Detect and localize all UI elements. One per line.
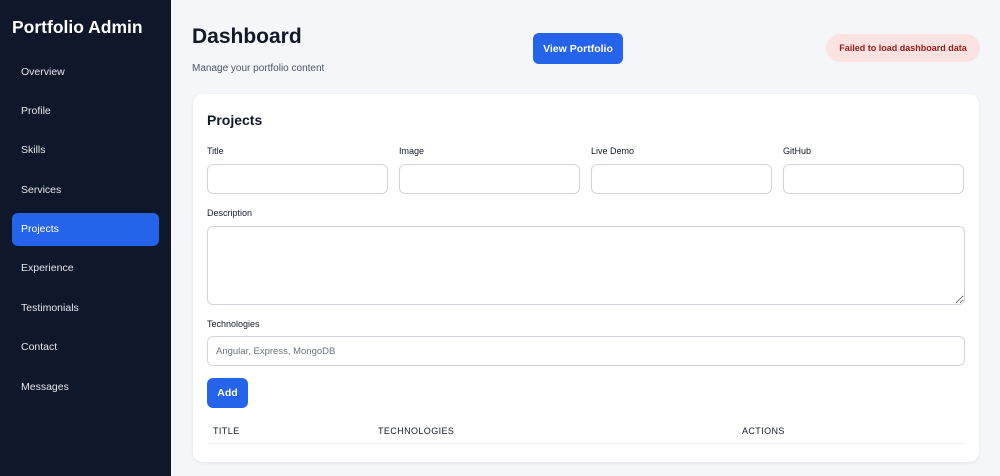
sidebar-item-services[interactable]: Services: [12, 173, 159, 206]
column-technologies: TECHNOLOGIES: [378, 426, 455, 436]
image-label: Image: [399, 146, 425, 156]
technologies-label: Technologies: [207, 319, 260, 329]
sidebar-item-experience[interactable]: Experience: [12, 252, 159, 285]
sidebar-item-projects[interactable]: Projects: [12, 212, 159, 246]
sidebar-item-skills[interactable]: Skills: [12, 134, 159, 167]
description-label: Description: [207, 208, 253, 218]
page-title: Dashboard: [192, 25, 302, 48]
page-subtitle: Manage your portfolio content: [192, 63, 325, 74]
title-label: Title: [207, 146, 224, 156]
image-input[interactable]: [399, 164, 580, 194]
sidebar-item-overview[interactable]: Overview: [12, 55, 159, 88]
view-portfolio-button[interactable]: View Portfolio: [533, 33, 623, 64]
column-actions: ACTIONS: [742, 426, 785, 436]
github-label: GitHub: [783, 146, 812, 156]
projects-card: Projects Title Image Live Demo GitHub De…: [193, 94, 979, 462]
sidebar-item-messages[interactable]: Messages: [12, 370, 159, 403]
sidebar: Portfolio Admin Overview Profile Skills …: [0, 0, 171, 476]
github-input[interactable]: [783, 164, 964, 194]
add-project-button[interactable]: Add: [207, 378, 248, 408]
error-badge: Failed to load dashboard data: [826, 34, 980, 62]
technologies-input[interactable]: [207, 336, 965, 366]
column-title: TITLE: [213, 426, 240, 436]
live-demo-label: Live Demo: [591, 146, 635, 156]
brand-title: Portfolio Admin: [12, 17, 143, 37]
projects-table-header: TITLE TECHNOLOGIES ACTIONS: [207, 420, 965, 444]
sidebar-item-testimonials[interactable]: Testimonials: [12, 291, 159, 324]
projects-title: Projects: [207, 112, 263, 128]
live-demo-input[interactable]: [591, 164, 772, 194]
sidebar-nav: Overview Profile Skills Services Project…: [12, 55, 159, 410]
sidebar-item-profile[interactable]: Profile: [12, 94, 159, 127]
title-input[interactable]: [207, 164, 388, 194]
description-textarea[interactable]: [207, 226, 965, 305]
sidebar-item-contact[interactable]: Contact: [12, 331, 159, 364]
